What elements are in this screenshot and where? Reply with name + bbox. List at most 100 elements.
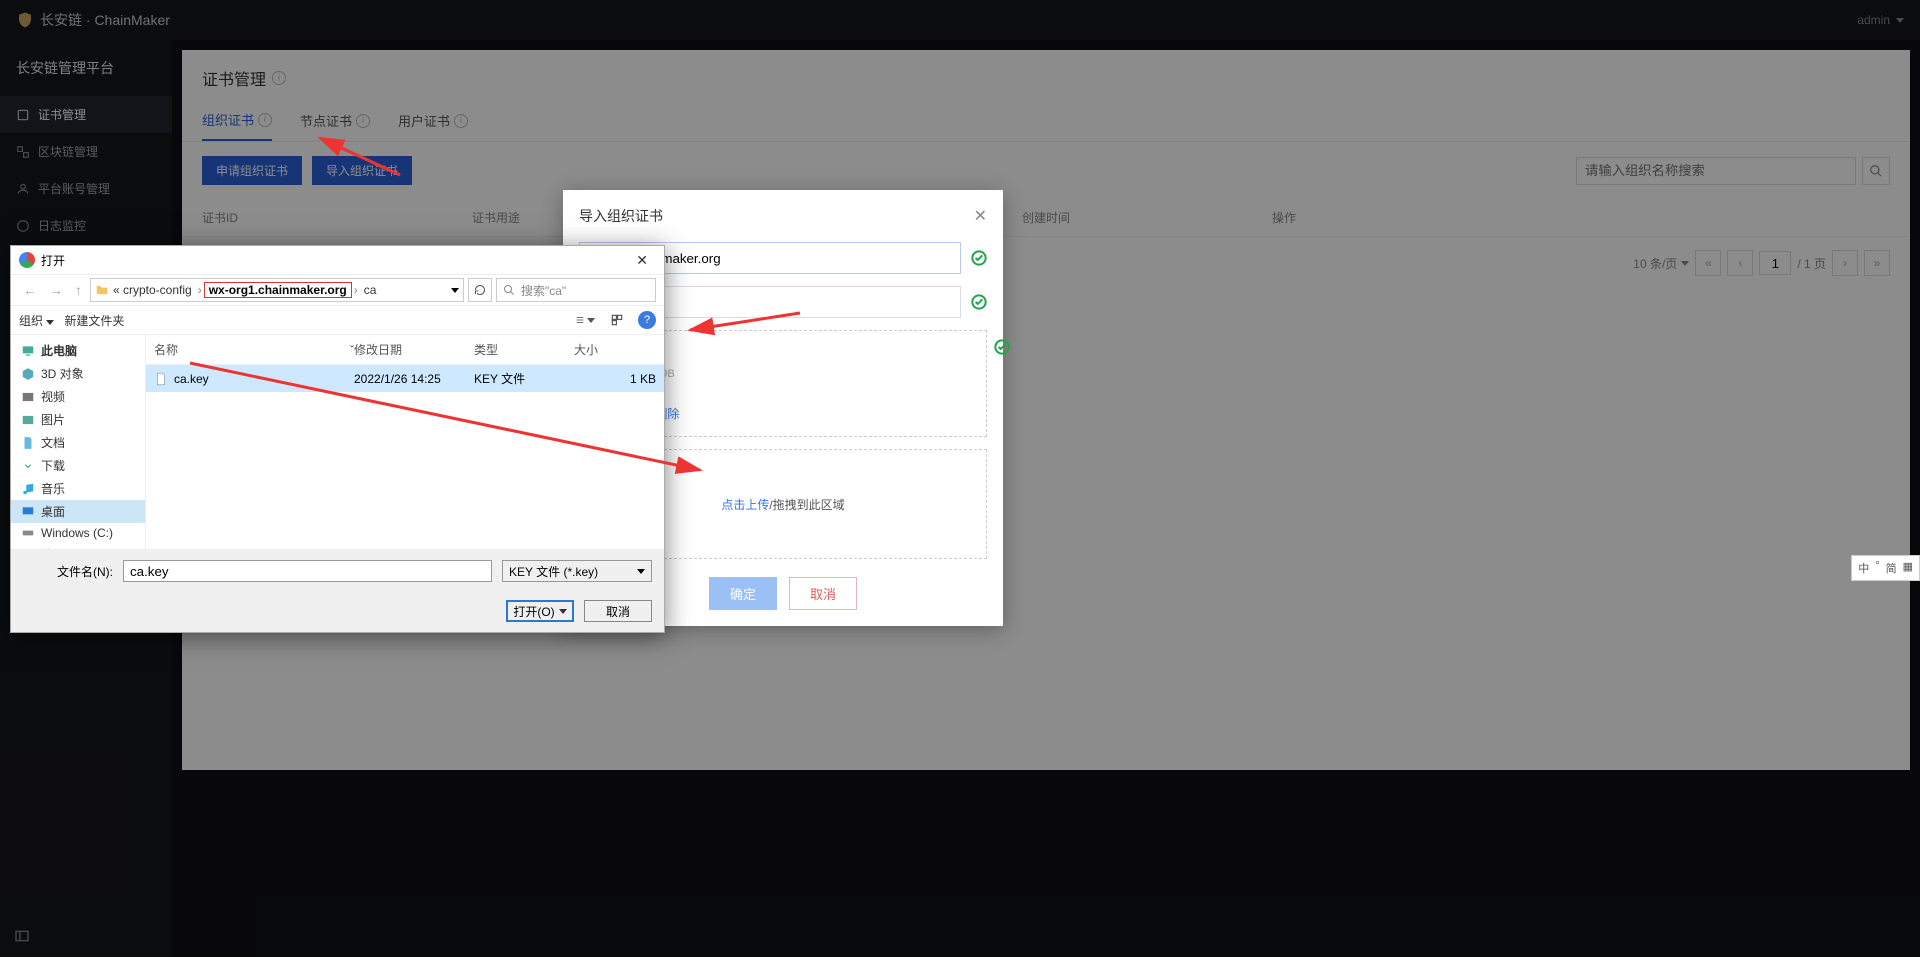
- search-placeholder: 搜索"ca": [521, 282, 566, 299]
- tree-item[interactable]: 文档: [11, 431, 145, 454]
- dialog-footer: 文件名(N): KEY 文件 (*.key) 打开(O) 取消: [11, 549, 664, 632]
- filename-input[interactable]: [123, 560, 492, 582]
- help-icon[interactable]: ?: [638, 311, 656, 329]
- search-input[interactable]: [1576, 157, 1856, 185]
- apply-cert-button[interactable]: 申请组织证书: [202, 156, 302, 185]
- dialog-toolbar: ← → ↑ « crypto-config › wx-org1.chainmak…: [11, 274, 664, 306]
- pic-icon: [21, 413, 35, 427]
- tab-org-cert[interactable]: 组织证书i: [202, 100, 272, 141]
- cert-icon: [16, 108, 30, 122]
- tree-item[interactable]: 视频: [11, 385, 145, 408]
- view-grid-icon[interactable]: [606, 309, 628, 331]
- import-cert-button[interactable]: 导入组织证书: [312, 156, 412, 185]
- first-page-button[interactable]: «: [1695, 250, 1721, 276]
- open-button[interactable]: 打开(O): [506, 600, 574, 622]
- cancel-button[interactable]: 取消: [789, 577, 857, 610]
- upload-link[interactable]: 点击上传: [721, 498, 769, 512]
- confirm-button[interactable]: 确定: [709, 577, 777, 610]
- new-folder-button[interactable]: 新建文件夹: [64, 312, 124, 329]
- tree-item[interactable]: 桌面: [11, 500, 145, 523]
- user-menu[interactable]: admin: [1857, 13, 1904, 27]
- address-bar[interactable]: « crypto-config › wx-org1.chainmaker.org…: [90, 278, 464, 302]
- prev-page-button[interactable]: ‹: [1727, 250, 1753, 276]
- organize-menu[interactable]: 组织: [19, 312, 54, 329]
- sidebar-item-account[interactable]: 平台账号管理: [0, 170, 172, 207]
- 3d-icon: [21, 367, 35, 381]
- dialog-cancel-button[interactable]: 取消: [584, 600, 652, 622]
- ime-indicator[interactable]: 中°简▦: [1851, 555, 1920, 581]
- col-date[interactable]: 修改日期: [354, 341, 474, 358]
- check-icon: [971, 250, 987, 266]
- breadcrumb-segment-highlight[interactable]: wx-org1.chainmaker.org: [204, 282, 352, 298]
- folder-tree: 此电脑3D 对象视频图片文档下载音乐桌面Windows (C:)软件 (D:)娱…: [11, 335, 146, 549]
- check-icon: [971, 294, 987, 310]
- user-name: admin: [1857, 13, 1890, 27]
- dialog-titlebar[interactable]: 打开 ✕: [11, 246, 664, 274]
- breadcrumb-segment[interactable]: ca: [360, 283, 381, 297]
- chevron-down-icon: [46, 320, 54, 325]
- tree-item[interactable]: 音乐: [11, 477, 145, 500]
- sidebar-label: 证书管理: [38, 106, 86, 123]
- chevron-down-icon[interactable]: [451, 288, 459, 293]
- check-icon: [994, 339, 1010, 358]
- back-icon[interactable]: ←: [19, 280, 41, 300]
- page-total: / 1 页: [1797, 255, 1826, 272]
- tree-item[interactable]: 下载: [11, 454, 145, 477]
- chevron-down-icon: [587, 318, 595, 323]
- chevron-down-icon: [1681, 261, 1689, 266]
- sidebar-item-cert[interactable]: 证书管理: [0, 96, 172, 133]
- view-list-icon[interactable]: [574, 309, 596, 331]
- log-icon: [16, 219, 30, 233]
- sidebar-item-log[interactable]: 日志监控: [0, 207, 172, 244]
- col-size[interactable]: 大小: [574, 341, 656, 358]
- dialog-subtoolbar: 组织 新建文件夹 ?: [11, 306, 664, 334]
- tree-item[interactable]: 图片: [11, 408, 145, 431]
- close-icon[interactable]: ✕: [974, 206, 987, 226]
- modal-title: 导入组织证书: [579, 206, 663, 226]
- search-icon: [503, 284, 515, 296]
- search-icon[interactable]: [1862, 157, 1890, 185]
- file-icon: [154, 372, 168, 386]
- dropzone-hint: /拖拽到此区域: [769, 498, 844, 512]
- music-icon: [21, 482, 35, 496]
- tree-item[interactable]: Windows (C:): [11, 523, 145, 543]
- info-icon[interactable]: i: [272, 71, 286, 85]
- file-list-header: 名称ˇ 修改日期 类型 大小: [146, 335, 664, 365]
- file-open-dialog: 打开 ✕ ← → ↑ « crypto-config › wx-org1.cha…: [10, 245, 665, 633]
- up-icon[interactable]: ↑: [71, 280, 86, 300]
- chevron-down-icon: [1896, 18, 1904, 23]
- close-icon[interactable]: ✕: [628, 252, 656, 269]
- tree-item[interactable]: 3D 对象: [11, 362, 145, 385]
- disk-icon: [21, 526, 35, 540]
- file-list: 名称ˇ 修改日期 类型 大小 ca.key2022/1/26 14:25KEY …: [146, 335, 664, 549]
- sidebar-label: 平台账号管理: [38, 180, 110, 197]
- top-header: 长安链 · ChainMaker admin: [0, 0, 1920, 40]
- brand-text: 长安链 · ChainMaker: [40, 10, 170, 30]
- sidebar-title: 长安链管理平台: [0, 40, 172, 96]
- page-input[interactable]: [1759, 251, 1791, 275]
- sidebar-item-chain[interactable]: 区块链管理: [0, 133, 172, 170]
- tabs: 组织证书i 节点证书i 用户证书i: [182, 100, 1910, 142]
- refresh-icon[interactable]: [468, 278, 492, 302]
- tree-item[interactable]: 此电脑: [11, 339, 145, 362]
- page-size-select[interactable]: 10 条/页: [1633, 255, 1689, 272]
- chevron-down-icon: [637, 569, 645, 574]
- pc-icon: [21, 344, 35, 358]
- breadcrumb-segment[interactable]: « crypto-config: [109, 283, 196, 297]
- col-type[interactable]: 类型: [474, 341, 574, 358]
- file-row[interactable]: ca.key2022/1/26 14:25KEY 文件1 KB: [146, 365, 664, 392]
- next-page-button[interactable]: ›: [1832, 250, 1858, 276]
- tab-node-cert[interactable]: 节点证书i: [300, 100, 370, 141]
- brand-logo: 长安链 · ChainMaker: [16, 10, 170, 30]
- file-type-filter[interactable]: KEY 文件 (*.key): [502, 560, 652, 582]
- sidebar-collapse-icon[interactable]: [14, 928, 30, 947]
- tab-user-cert[interactable]: 用户证书i: [398, 100, 468, 141]
- table-header: 证书ID 证书用途 节点/用户名称 创建时间 操作: [182, 199, 1910, 237]
- sidebar-label: 日志监控: [38, 217, 86, 234]
- col-cert-id: 证书ID: [202, 209, 472, 226]
- forward-icon[interactable]: →: [45, 280, 67, 300]
- last-page-button[interactable]: »: [1864, 250, 1890, 276]
- dialog-search[interactable]: 搜索"ca": [496, 278, 656, 302]
- col-name[interactable]: 名称ˇ: [154, 341, 354, 358]
- info-icon: i: [356, 114, 370, 128]
